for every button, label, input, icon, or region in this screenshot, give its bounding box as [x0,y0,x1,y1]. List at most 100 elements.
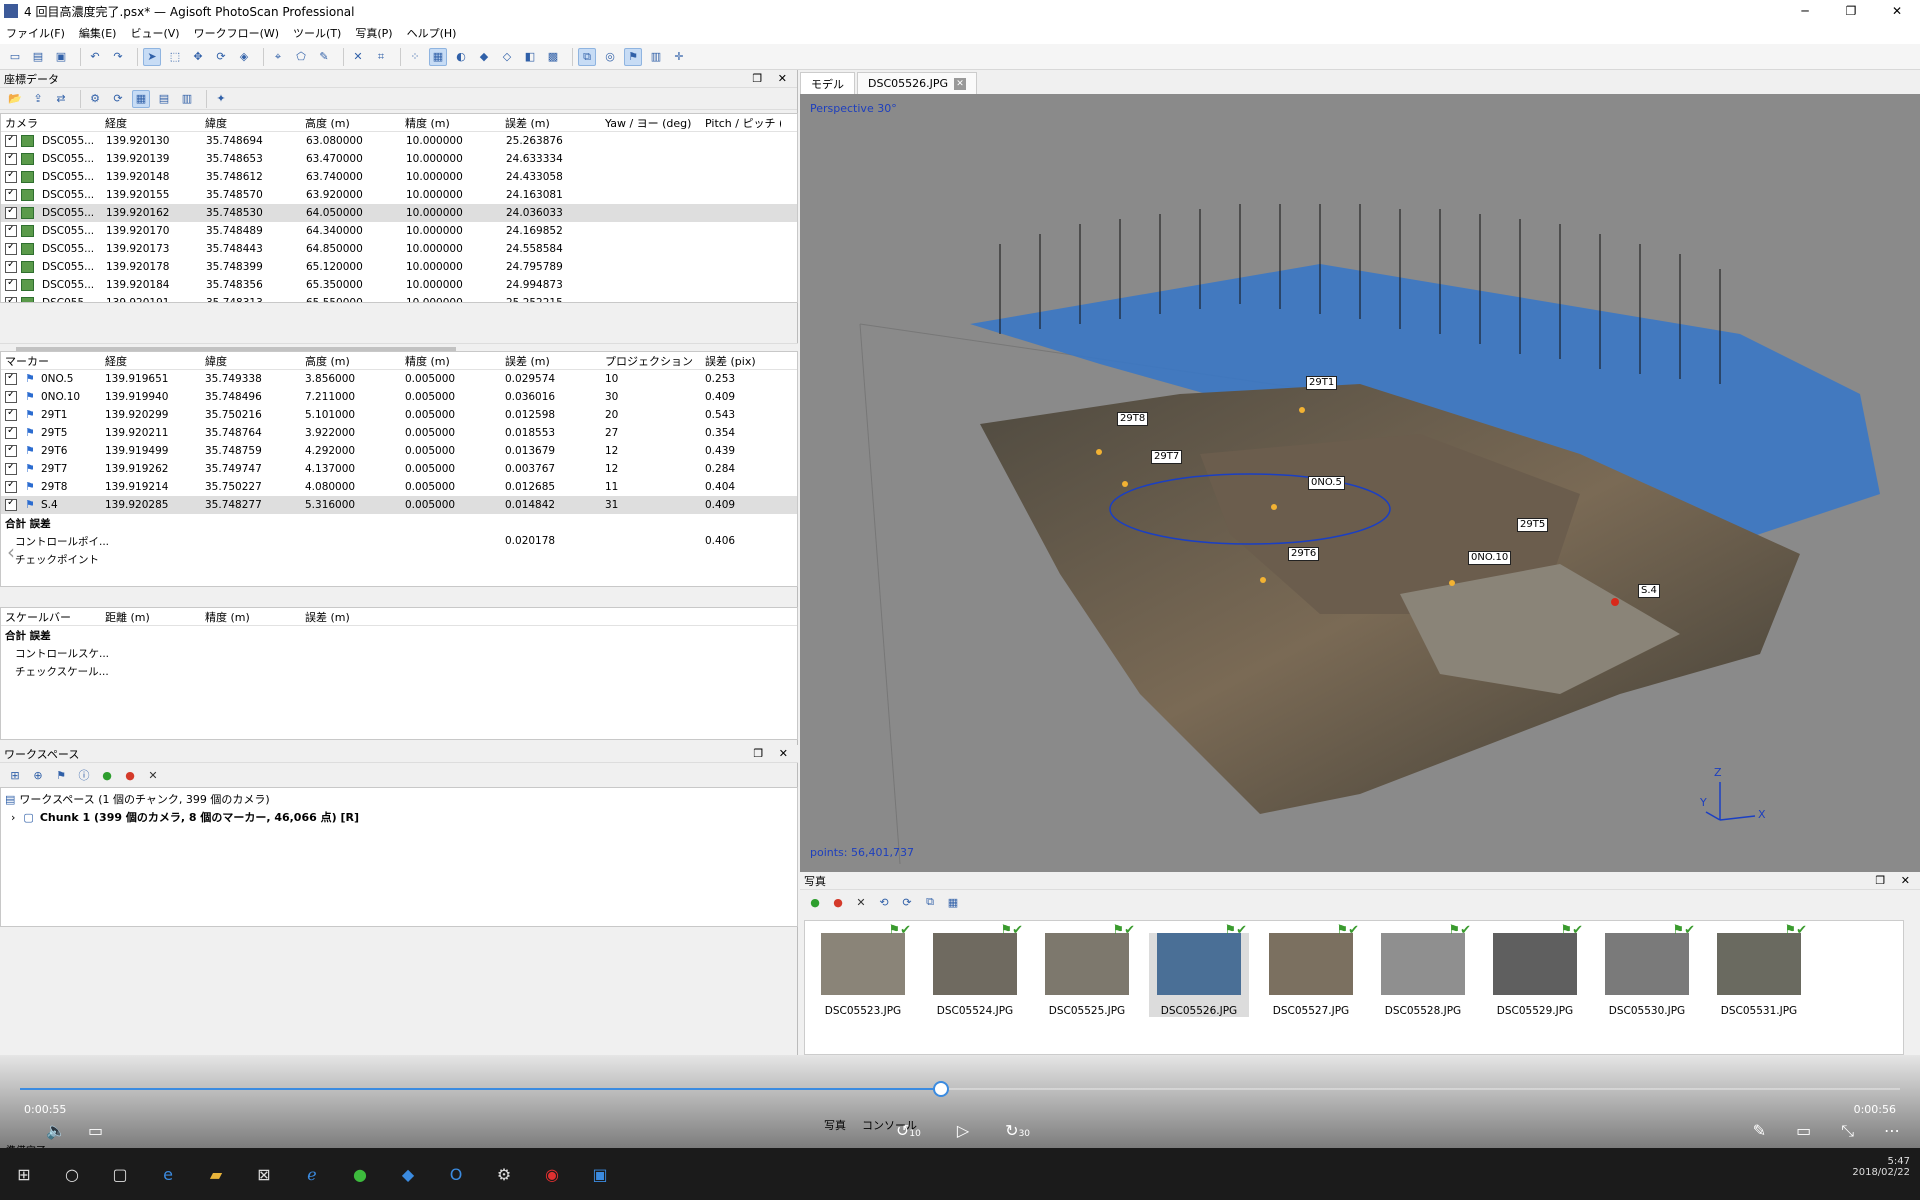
close-button[interactable]: ✕ [1874,0,1920,22]
view-estimated-icon[interactable]: ▤ [155,90,173,108]
save-icon[interactable]: ▣ [52,48,70,66]
fullscreen-exit-icon[interactable]: ⤡ [1841,1121,1854,1141]
marker-label[interactable]: 29T5 [1517,518,1549,532]
show-region-icon[interactable]: ▥ [647,48,665,66]
marker-label[interactable]: 0NO.5 [1308,476,1345,490]
chunk-info-icon[interactable]: ⓘ [75,766,93,784]
menu-workflow[interactable]: ワークフロー(W) [194,25,279,41]
show-cameras-icon[interactable]: ⧉ [578,47,596,66]
marker-checkbox[interactable] [5,445,17,457]
record-icon[interactable]: ◉ [528,1148,576,1200]
marker-label[interactable]: 29T1 [1306,376,1338,390]
marker-row[interactable]: ⚑ 29T5 139.920211 35.748764 3.922000 0.005000… [1,424,797,442]
panel-controls[interactable]: ❐ ✕ [752,72,793,85]
col-accuracy[interactable]: 精度 (m) [401,115,501,131]
col-longitude[interactable]: 経度 [101,353,201,369]
tab-photo[interactable]: DSC05526.JPG ✕ [857,72,978,94]
marker-label[interactable]: 29T8 [1117,412,1149,426]
col-accuracy[interactable]: 精度 (m) [201,609,301,625]
photo-thumbnail[interactable]: ⚑✔ DSC05530.JPG [1597,923,1697,1017]
marker-checkbox[interactable] [5,499,17,511]
close-icon[interactable]: ✕ [954,77,967,90]
menu-view[interactable]: ビュー(V) [130,25,179,41]
task-view-icon[interactable]: ▢ [96,1148,144,1200]
col-camera[interactable]: カメラ [1,115,101,131]
measure-icon[interactable]: ✎ [315,48,333,66]
import-icon[interactable]: 📂 [6,90,24,108]
camera-row[interactable]: DSC055... 139.920148 35.748612 63.740000 10.… [1,168,797,186]
photo-thumbnail[interactable]: ⚑✔ DSC05531.JPG [1709,923,1809,1017]
ie-icon[interactable]: ℯ [288,1148,336,1200]
marker-row[interactable]: ⚑ 29T7 139.919262 35.749747 4.137000 0.005000… [1,460,797,478]
start-icon[interactable]: ⊞ [0,1148,48,1200]
redo-icon[interactable]: ↷ [109,48,127,66]
chunk-item[interactable]: › ▢ Chunk 1 (399 個のカメラ, 8 個のマーカー, 46,066… [5,808,793,826]
menu-help[interactable]: ヘルプ(H) [407,25,457,41]
remove-icon[interactable]: ✕ [852,893,870,911]
camera-checkbox[interactable] [5,261,17,273]
rect-select-icon[interactable]: ⬚ [166,48,184,66]
polygon-icon[interactable]: ⬠ [292,48,310,66]
camera-checkbox[interactable] [5,135,17,147]
col-longitude[interactable]: 経度 [101,115,201,131]
resize-region-icon[interactable]: ◈ [235,48,253,66]
photo-thumbnail[interactable]: ⚑✔ DSC05529.JPG [1485,923,1585,1017]
marker-row[interactable]: ⚑ 29T8 139.919214 35.750227 4.080000 0.005000… [1,478,797,496]
settings-icon[interactable]: ✦ [212,90,230,108]
enable-icon[interactable]: ● [98,766,116,784]
photoscan-icon[interactable]: ▣ [576,1148,624,1200]
settings-icon[interactable]: ⚙ [480,1148,528,1200]
remove-icon[interactable]: ✕ [144,766,162,784]
new-icon[interactable]: ▭ [6,48,24,66]
tab-photos[interactable]: 写真 [816,1117,854,1133]
col-altitude[interactable]: 高度 (m) [301,353,401,369]
photo-thumbnail[interactable]: ⚑✔ DSC05525.JPG [1037,923,1137,1017]
camera-row[interactable]: DSC055... 139.920184 35.748356 65.350000 10.… [1,276,797,294]
delete-selection-icon[interactable]: ✕ [349,48,367,66]
add-chunk-icon[interactable]: ⊞ [6,766,24,784]
camera-row[interactable]: DSC055... 139.920191 35.748313 65.550000 10.… [1,294,797,302]
wireframe-icon[interactable]: ◇ [498,48,516,66]
col-accuracy[interactable]: 精度 (m) [401,353,501,369]
store-icon[interactable]: ⊠ [240,1148,288,1200]
ruler-icon[interactable]: ⌖ [269,48,287,66]
disable-icon[interactable]: ● [829,893,847,911]
solid-icon[interactable]: ◆ [475,48,493,66]
camera-checkbox[interactable] [5,153,17,165]
marker-row[interactable]: ⚑ 0NO.5 139.919651 35.749338 3.856000 0.00500… [1,370,797,388]
show-markers-icon[interactable]: ⚑ [624,47,642,66]
menu-tools[interactable]: ツール(T) [293,25,341,41]
marker-label[interactable]: 29T6 [1288,547,1320,561]
disable-icon[interactable]: ● [121,766,139,784]
camera-row[interactable]: DSC055... 139.920162 35.748530 64.050000 10.… [1,204,797,222]
marker-row[interactable]: ⚑ 29T1 139.920299 35.750216 5.101000 0.005000… [1,406,797,424]
col-altitude[interactable]: 高度 (m) [301,115,401,131]
clock[interactable]: 5:47 2018/02/22 [1852,1156,1910,1178]
photo-thumbnail[interactable]: ⚑✔ DSC05526.JPG [1149,923,1249,1017]
add-photos-icon[interactable]: ⊕ [29,766,47,784]
rotate-right-icon[interactable]: ⟳ [898,893,916,911]
col-pitch[interactable]: Pitch / ピッチ (d [701,115,781,131]
camera-checkbox[interactable] [5,297,17,302]
camera-checkbox[interactable] [5,189,17,201]
col-scalebar[interactable]: スケールバー [1,609,101,625]
undo-icon[interactable]: ↶ [86,48,104,66]
col-error[interactable]: 誤差 (m) [301,609,401,625]
camera-row[interactable]: DSC055... 139.920139 35.748653 63.470000 10.… [1,150,797,168]
col-error[interactable]: 誤差 (m) [501,115,601,131]
marker-label[interactable]: 0NO.10 [1468,551,1512,565]
col-error[interactable]: 誤差 (m) [501,353,601,369]
camera-row[interactable]: DSC055... 139.920170 35.748489 64.340000 10.… [1,222,797,240]
marker-checkbox[interactable] [5,427,17,439]
enable-icon[interactable]: ● [806,893,824,911]
col-latitude[interactable]: 緯度 [201,353,301,369]
dense-cloud-icon[interactable]: ▦ [429,47,447,66]
play-icon[interactable]: ▷ [957,1121,969,1140]
tab-model[interactable]: モデル [800,72,855,94]
menu-file[interactable]: ファイル(F) [6,25,65,41]
marker-label[interactable]: 29T7 [1151,450,1183,464]
camera-row[interactable]: DSC055... 139.920130 35.748694 63.080000 10.… [1,132,797,150]
maximize-button[interactable]: ❐ [1828,0,1874,22]
camera-row[interactable]: DSC055... 139.920173 35.748443 64.850000 10.… [1,240,797,258]
camera-row[interactable]: DSC055... 139.920178 35.748399 65.120000 10.… [1,258,797,276]
